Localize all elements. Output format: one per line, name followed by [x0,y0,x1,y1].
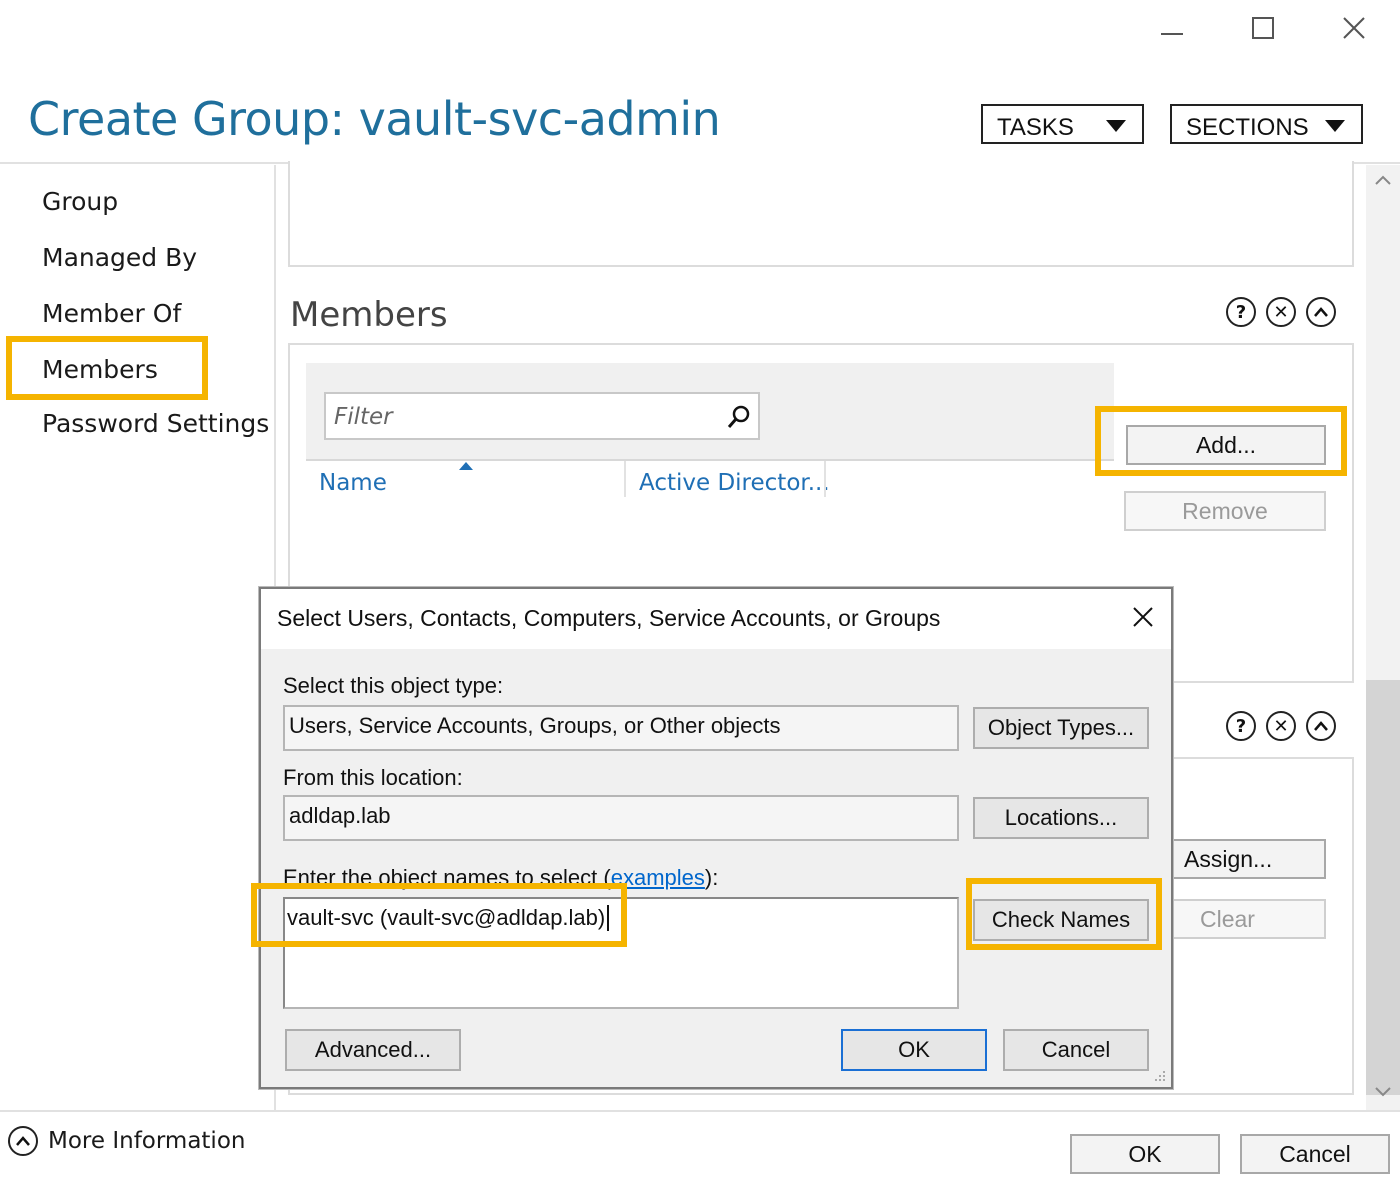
help-button[interactable]: ? [1226,297,1256,327]
close-icon[interactable] [1131,605,1155,629]
page-title: Create Group: vault-svc-admin [28,92,721,146]
close-icon: ✕ [1273,715,1289,737]
nav-item-member-of[interactable]: Member Of [42,299,181,328]
left-nav: Group Managed By Member Of Members Passw… [0,165,276,1110]
footer-ok-button[interactable]: OK [1070,1134,1220,1174]
column-divider [624,461,626,497]
maximize-button[interactable] [1243,8,1283,48]
collapse-section-button[interactable] [1306,711,1336,741]
members-nav-highlight [6,336,208,400]
close-icon: ✕ [1273,301,1289,323]
minimize-icon [1161,33,1183,35]
dialog-title-bar: Select Users, Contacts, Computers, Servi… [261,589,1171,649]
collapse-section-button[interactable] [1306,297,1336,327]
close-window-button[interactable] [1334,8,1374,48]
remove-section-button[interactable]: ✕ [1266,711,1296,741]
help-icon: ? [1235,715,1247,737]
check-names-highlight [966,878,1162,950]
column-header-active-directory[interactable]: Active Director... [639,470,830,496]
more-information-label[interactable]: More Information [48,1128,245,1154]
resize-grip-icon[interactable] [1151,1067,1167,1083]
dialog-cancel-button[interactable]: Cancel [1003,1029,1149,1071]
dialog-ok-button[interactable]: OK [841,1029,987,1071]
add-button-highlight [1095,406,1347,476]
members-filter-input[interactable]: Filter [324,392,760,440]
scroll-down-icon[interactable] [1374,1086,1392,1098]
column-divider [824,461,826,497]
sections-dropdown[interactable]: SECTIONS [1170,104,1363,144]
dialog-title: Select Users, Contacts, Computers, Servi… [277,605,941,631]
remove-section-button[interactable]: ✕ [1266,297,1296,327]
search-icon [727,405,750,428]
tasks-dropdown[interactable]: TASKS [981,104,1144,144]
advanced-button[interactable]: Advanced... [285,1029,461,1071]
location-label: From this location: [283,765,463,790]
chevron-up-icon [1314,721,1328,731]
object-type-field: Users, Service Accounts, Groups, or Othe… [283,705,959,751]
object-names-highlight [251,883,627,947]
nav-item-password-settings[interactable]: Password Settings [42,409,269,438]
locations-button[interactable]: Locations... [973,797,1149,839]
more-information-toggle[interactable] [8,1126,38,1156]
select-objects-dialog: Select Users, Contacts, Computers, Servi… [259,587,1173,1089]
group-section-panel [288,161,1354,267]
scrollbar-thumb[interactable] [1366,680,1400,1095]
grid-header-divider [306,459,1114,461]
footer-cancel-button[interactable]: Cancel [1240,1134,1390,1174]
help-button[interactable]: ? [1226,711,1256,741]
scroll-up-icon[interactable] [1374,174,1392,186]
filter-placeholder: Filter [334,404,393,430]
nav-item-group[interactable]: Group [42,187,118,216]
column-header-name[interactable]: Name [319,470,387,496]
maximize-icon [1252,17,1274,39]
footer: More Information OK Cancel [0,1110,1400,1182]
members-section-title: Members [290,295,448,335]
tasks-label: TASKS [997,114,1074,141]
sort-ascending-icon [459,462,473,470]
object-types-button[interactable]: Object Types... [973,707,1149,749]
object-type-label: Select this object type: [283,673,504,698]
sections-label: SECTIONS [1186,114,1309,141]
location-field: adldap.lab [283,795,959,841]
close-icon [1343,17,1365,39]
minimize-button[interactable] [1152,8,1192,48]
nav-item-managed-by[interactable]: Managed By [42,243,197,272]
chevron-up-icon [1314,307,1328,317]
object-names-label-suffix: ): [704,865,719,890]
help-icon: ? [1235,301,1247,323]
remove-member-button[interactable]: Remove [1124,491,1326,531]
chevron-down-icon [1325,120,1345,132]
chevron-up-icon [16,1136,30,1146]
chevron-down-icon [1106,120,1126,132]
